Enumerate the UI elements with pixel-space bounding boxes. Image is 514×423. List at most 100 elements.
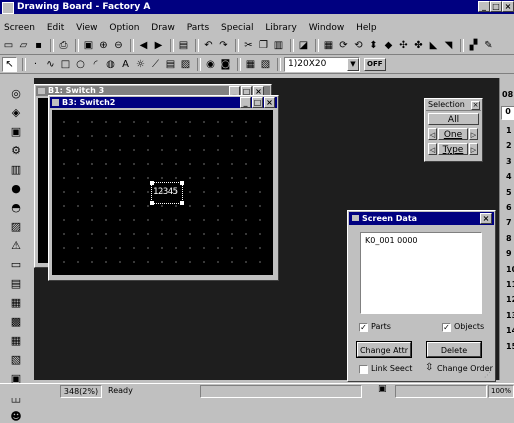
circle-icon[interactable]: ○ [74, 58, 87, 71]
selection-close-icon[interactable]: × [471, 101, 480, 110]
menu-view[interactable]: View [76, 23, 97, 33]
grid-off-button[interactable]: OFF [364, 58, 386, 71]
eraser-icon[interactable]: ◪ [297, 39, 310, 52]
table-icon[interactable]: ▤ [164, 58, 177, 71]
flip-horizontal-icon[interactable]: ◆ [382, 39, 395, 52]
prev-screen-icon[interactable]: ◀ [137, 39, 150, 52]
parts-icon[interactable]: ◉ [204, 58, 217, 71]
zoom-in-icon[interactable]: ⊕ [97, 39, 110, 52]
change-attr-button[interactable]: Change Attr [356, 341, 412, 358]
menu-window[interactable]: Window [309, 23, 345, 33]
open-icon[interactable]: ▱ [17, 39, 30, 52]
menu-screen[interactable]: Screen [4, 23, 35, 33]
b3-close-button[interactable]: × [264, 97, 275, 108]
keyboard-icon[interactable]: ▧ [9, 352, 23, 366]
pie-graph-icon[interactable]: ● [9, 181, 23, 195]
menu-special[interactable]: Special [221, 23, 253, 33]
copy-icon[interactable]: ❐ [257, 39, 270, 52]
pen-icon[interactable]: ✎ [482, 39, 495, 52]
undo-icon[interactable]: ↶ [202, 39, 215, 52]
picture-icon[interactable]: ▨ [179, 58, 192, 71]
display-icon[interactable]: ▭ [9, 257, 23, 271]
zoom-out-icon[interactable]: ⊖ [112, 39, 125, 52]
rectangle-icon[interactable]: □ [59, 58, 72, 71]
switch-part-icon[interactable]: ◈ [9, 105, 23, 119]
next-screen-icon[interactable]: ▶ [152, 39, 165, 52]
send-back-icon[interactable]: ◥ [442, 39, 455, 52]
lamp-icon[interactable]: ◎ [9, 86, 23, 100]
select-type-button[interactable]: Type [438, 143, 468, 155]
screen-data-list[interactable]: K0_001 0000 [360, 232, 482, 314]
flip-vertical-icon[interactable]: ⬍ [367, 39, 380, 52]
delete-button[interactable]: Delete [426, 341, 482, 358]
jump-icon[interactable]: ▤ [177, 39, 190, 52]
close-button[interactable]: × [502, 1, 514, 12]
polyline-icon[interactable]: ∿ [44, 58, 57, 71]
screen-data-close-icon[interactable]: × [480, 213, 492, 224]
align-icon[interactable]: ✣ [397, 39, 410, 52]
gear-icon[interactable]: ⚙ [9, 143, 23, 157]
select-type-next-button[interactable]: ▷ [469, 143, 478, 155]
selection-handle[interactable] [150, 181, 154, 185]
b3-canvas[interactable]: 12345 [52, 110, 273, 275]
switch-icon[interactable]: ◙ [219, 58, 232, 71]
text-icon[interactable]: A [119, 58, 132, 71]
print-icon[interactable]: ⎙ [57, 39, 70, 52]
numeric-display-icon[interactable]: ▩ [9, 314, 23, 328]
menu-parts[interactable]: Parts [187, 23, 209, 33]
row-panel-tab[interactable]: 0 [501, 106, 514, 120]
select-one-prev-button[interactable]: ◁ [428, 128, 437, 140]
change-order-icon[interactable]: ⇳ [425, 362, 433, 373]
bar-graph-icon[interactable]: ▥ [9, 162, 23, 176]
keypad-icon[interactable]: ▣ [9, 124, 23, 138]
selection-panel-titlebar[interactable]: Selection × [426, 100, 481, 111]
link-select-checkbox[interactable] [359, 365, 368, 374]
new-icon[interactable]: ▭ [2, 39, 15, 52]
mark-icon[interactable]: ☼ [134, 58, 147, 71]
chevron-down-icon[interactable]: ▼ [347, 58, 359, 71]
menu-library[interactable]: Library [265, 23, 296, 33]
screen-data-titlebar[interactable]: Screen Data × [349, 212, 494, 225]
rotate-left-icon[interactable]: ⟲ [352, 39, 365, 52]
cut-icon[interactable]: ✂ [242, 39, 255, 52]
list-item[interactable]: K0_001 0000 [365, 236, 418, 245]
distribute-icon[interactable]: ✤ [412, 39, 425, 52]
parts-checkbox[interactable]: ✓ [359, 323, 368, 332]
calendar-icon[interactable]: ▦ [9, 333, 23, 347]
minimize-button[interactable]: _ [478, 1, 490, 12]
redo-icon[interactable]: ↷ [217, 39, 230, 52]
resize-grip-icon[interactable]: ⋰ [484, 371, 491, 379]
arc-icon[interactable]: ◜ [89, 58, 102, 71]
trend-graph-icon[interactable]: ▨ [9, 219, 23, 233]
menu-draw[interactable]: Draw [151, 23, 175, 33]
window-b3[interactable]: B3: Switch2 _ □ × 12345 [48, 95, 279, 281]
user-icon[interactable]: ☻ [9, 409, 23, 423]
selection-handle[interactable] [150, 201, 154, 205]
selection-handle[interactable] [180, 181, 184, 185]
message-icon[interactable]: ▤ [9, 276, 23, 290]
data-list-icon[interactable]: ▦ [9, 295, 23, 309]
screen-icon[interactable]: ▣ [82, 39, 95, 52]
rotate-icon[interactable]: ⟳ [337, 39, 350, 52]
b3-minimize-button[interactable]: _ [240, 97, 251, 108]
window-b3-titlebar[interactable]: B3: Switch2 _ □ × [50, 97, 277, 108]
select-type-prev-button[interactable]: ◁ [428, 143, 437, 155]
menu-help[interactable]: Help [356, 23, 377, 33]
library-icon[interactable]: ▦ [244, 58, 257, 71]
alarm-icon[interactable]: ⚠ [9, 238, 23, 252]
selection-handle[interactable] [180, 201, 184, 205]
library2-icon[interactable]: ▧ [259, 58, 272, 71]
b3-maximize-button[interactable]: □ [252, 97, 263, 108]
menu-edit[interactable]: Edit [47, 23, 64, 33]
select-arrow-icon[interactable]: ↖ [2, 57, 17, 72]
select-all-button[interactable]: All [428, 113, 479, 125]
fill-icon[interactable]: ◍ [104, 58, 117, 71]
select-one-button[interactable]: One [438, 128, 468, 140]
maximize-button[interactable]: □ [490, 1, 502, 12]
bring-front-icon[interactable]: ◣ [427, 39, 440, 52]
select-one-next-button[interactable]: ▷ [469, 128, 478, 140]
menu-option[interactable]: Option [109, 23, 139, 33]
line-tool-icon[interactable]: ⟋ [149, 58, 162, 71]
save-icon[interactable]: ▪ [32, 39, 45, 52]
layer-icon[interactable]: ▞ [467, 39, 480, 52]
